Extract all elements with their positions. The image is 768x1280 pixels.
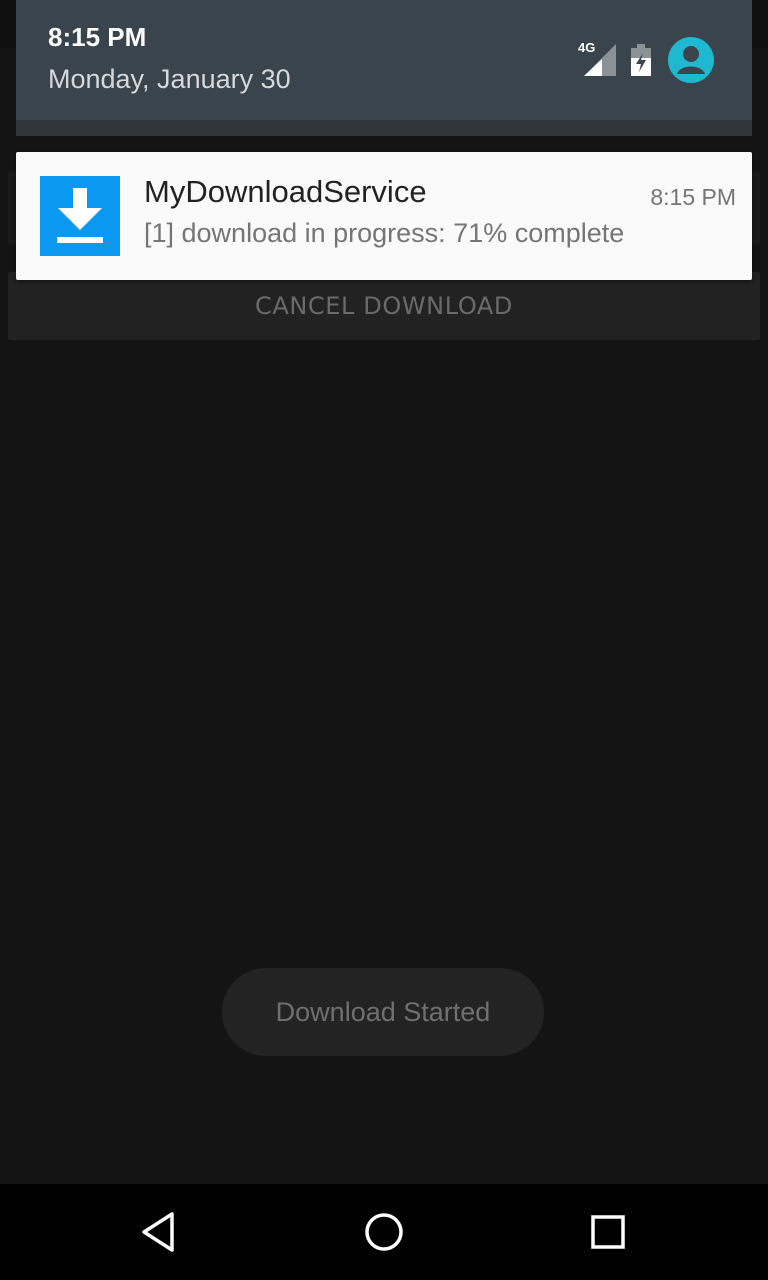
battery-charging-icon [631,44,651,76]
shade-clock: 8:15 PM [48,22,147,52]
cancel-download-button[interactable]: CANCEL DOWNLOAD [8,272,760,340]
shade-bottom-edge [16,120,752,136]
back-icon[interactable] [136,1208,184,1256]
notification-shade-header[interactable]: 8:15 PM Monday, January 30 4G [16,0,752,120]
user-avatar-icon[interactable] [668,37,714,83]
network-type-label: 4G [578,40,596,55]
shade-date: Monday, January 30 [48,64,291,94]
download-arrow-icon [57,188,103,243]
notification-time: 8:15 PM [650,184,736,210]
download-icon [40,176,120,256]
toast-message: Download Started [222,968,544,1056]
download-notification[interactable]: MyDownloadService 8:15 PM [1] download i… [16,152,752,280]
home-icon[interactable] [360,1208,408,1256]
notification-title: MyDownloadService [144,174,427,209]
android-screen: CANCEL DOWNLOAD Download Started 8:15 PM… [0,0,768,1280]
status-icons: 4G [576,36,746,84]
navigation-bar [0,1184,768,1280]
notification-text: [1] download in progress: 71% complete [144,218,625,248]
recents-icon[interactable] [584,1208,632,1256]
